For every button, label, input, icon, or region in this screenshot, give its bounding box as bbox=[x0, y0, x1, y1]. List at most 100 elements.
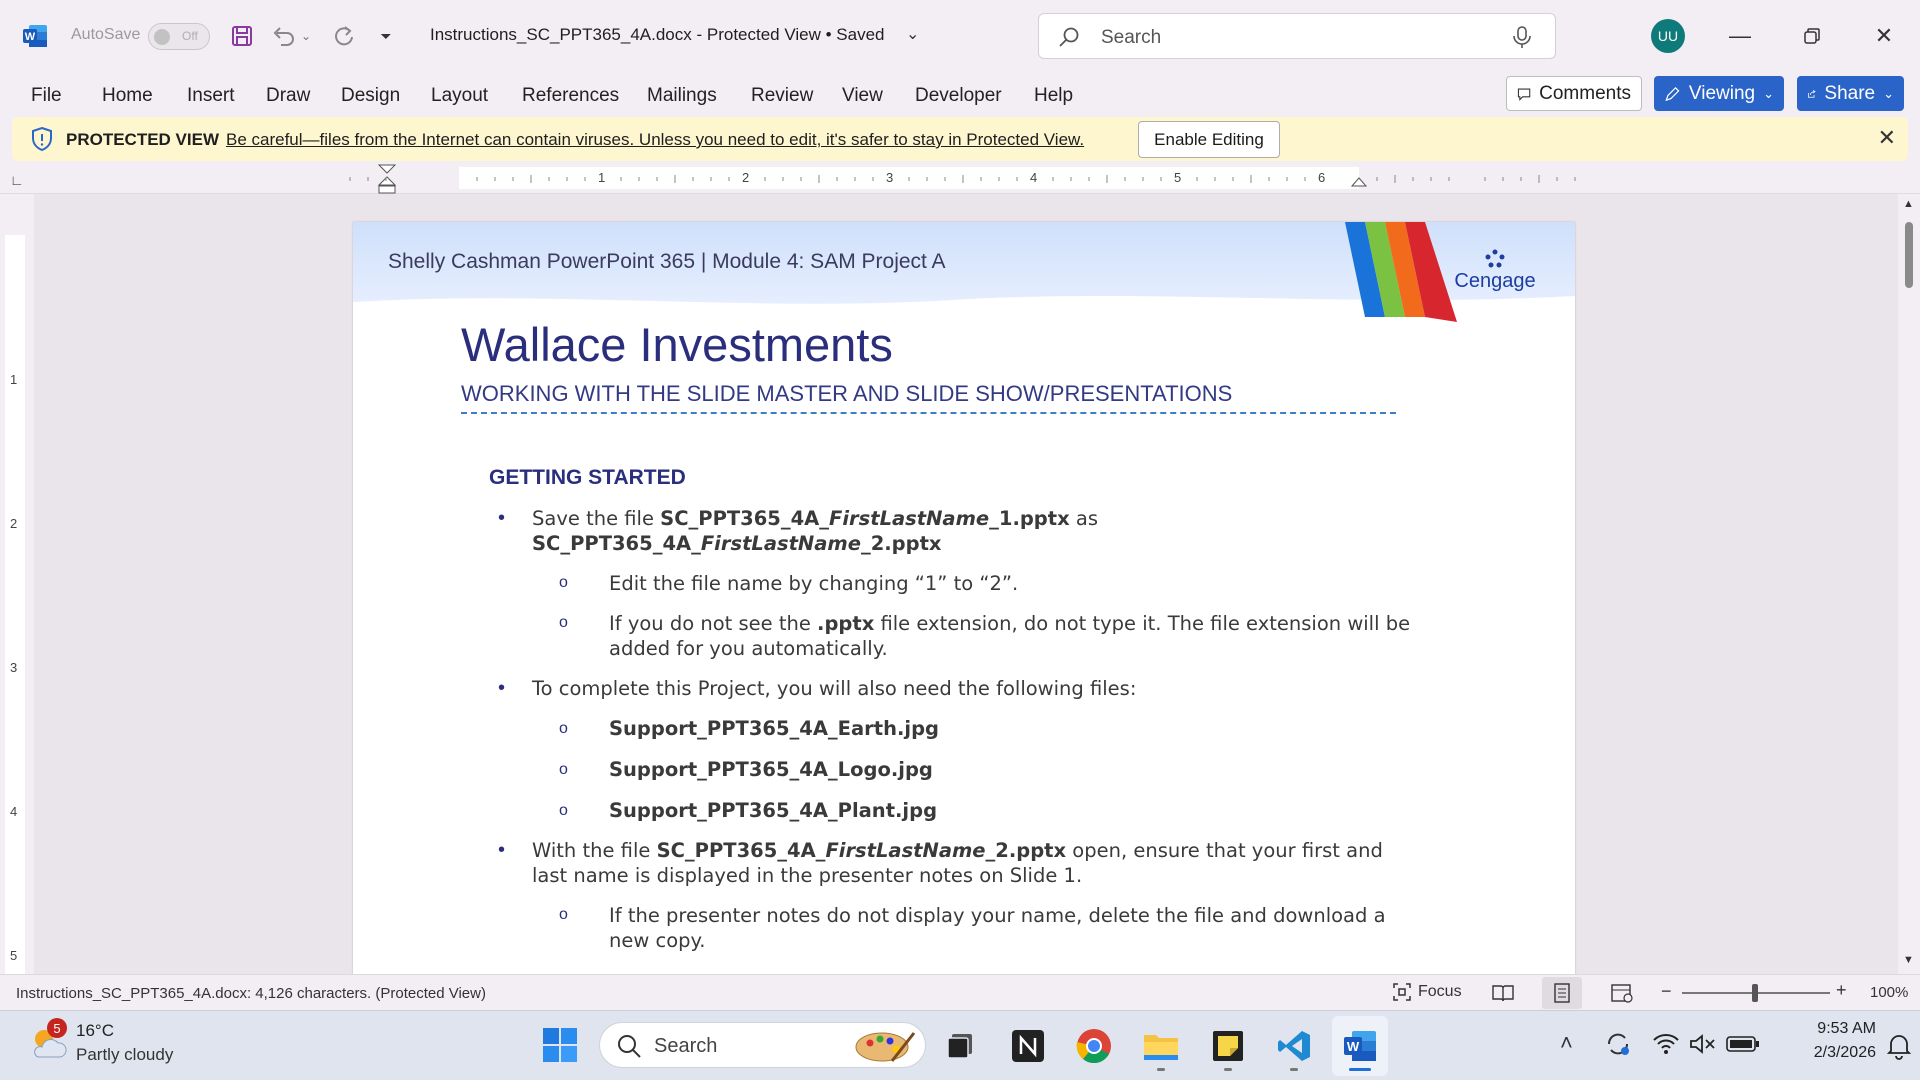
close-window-icon[interactable]: ✕ bbox=[1864, 18, 1904, 54]
tab-references[interactable]: References bbox=[522, 85, 619, 107]
tab-draw[interactable]: Draw bbox=[266, 85, 310, 107]
save-icon[interactable] bbox=[226, 20, 258, 52]
print-layout-icon[interactable] bbox=[1549, 982, 1575, 1004]
scroll-up-icon[interactable]: ▲ bbox=[1903, 198, 1914, 210]
ruler-number: 3 bbox=[10, 660, 18, 675]
bullet-1-line-2: SC_PPT365_4A_FirstLastName_2.pptx bbox=[532, 531, 942, 556]
protected-view-label: PROTECTED VIEW bbox=[66, 130, 220, 149]
running-indicator bbox=[1290, 1068, 1298, 1071]
clock-date[interactable]: 2/3/2026 bbox=[1786, 1044, 1876, 1062]
show-hidden-icons-chevron-icon[interactable]: ˄ bbox=[1560, 1030, 1573, 1056]
status-document-info: Instructions_SC_PPT365_4A.docx: 4,126 ch… bbox=[16, 985, 486, 1002]
battery-icon[interactable] bbox=[1726, 1035, 1760, 1053]
sticky-notes-icon[interactable] bbox=[1206, 1024, 1250, 1068]
tab-review[interactable]: Review bbox=[751, 85, 813, 107]
tab-mailings[interactable]: Mailings bbox=[647, 85, 717, 107]
share-label: Share bbox=[1824, 82, 1876, 104]
bullet-marker: • bbox=[498, 677, 506, 699]
tab-file[interactable]: File bbox=[31, 85, 62, 107]
sub-bullet-marker: o bbox=[559, 906, 568, 923]
web-layout-icon[interactable] bbox=[1609, 982, 1635, 1004]
protected-view-message-link[interactable]: Be careful—files from the Internet can c… bbox=[226, 130, 1084, 150]
notification-bell-icon[interactable] bbox=[1886, 1032, 1912, 1060]
tab-design[interactable]: Design bbox=[341, 85, 400, 107]
notion-app-icon[interactable] bbox=[1006, 1024, 1050, 1068]
undo-dropdown-icon[interactable]: ⌄ bbox=[298, 20, 314, 52]
filename-bold: _2.pptx bbox=[860, 532, 942, 555]
vertical-scrollbar[interactable]: ▲ ▼ bbox=[1898, 194, 1920, 974]
zoom-in-icon[interactable]: + bbox=[1836, 980, 1847, 1001]
volume-muted-icon[interactable] bbox=[1688, 1032, 1716, 1056]
tab-home[interactable]: Home bbox=[102, 85, 153, 107]
tab-selector-icon[interactable]: ∟ bbox=[10, 172, 24, 188]
read-mode-icon[interactable] bbox=[1490, 982, 1516, 1004]
word-app-icon[interactable]: W bbox=[22, 24, 48, 48]
chevron-down-icon: ⌄ bbox=[1763, 85, 1774, 101]
sync-icon[interactable] bbox=[1604, 1030, 1632, 1058]
bullet-1-line-1: Save the file SC_PPT365_4A_FirstLastName… bbox=[532, 506, 1098, 531]
autosave-toggle[interactable]: Off bbox=[148, 23, 210, 50]
word-taskbar-icon[interactable]: W bbox=[1338, 1024, 1382, 1068]
wifi-icon[interactable] bbox=[1652, 1032, 1680, 1056]
temperature: 16°C bbox=[76, 1021, 114, 1040]
text-run: With the file bbox=[532, 839, 657, 862]
redo-icon[interactable] bbox=[328, 20, 360, 52]
viewing-label: Viewing bbox=[1688, 82, 1756, 104]
weather-widget[interactable]: 5 16°C Partly cloudy bbox=[28, 1015, 208, 1075]
chrome-app-icon[interactable] bbox=[1072, 1024, 1116, 1068]
restore-icon[interactable] bbox=[1792, 18, 1832, 54]
zoom-slider-thumb[interactable] bbox=[1752, 984, 1758, 1002]
undo-icon[interactable] bbox=[268, 20, 300, 52]
task-view-icon[interactable] bbox=[938, 1024, 982, 1068]
close-bar-icon[interactable]: ✕ bbox=[1878, 125, 1896, 151]
cengage-logo-icon bbox=[1485, 249, 1505, 268]
title-chevron-down-icon[interactable]: ⌄ bbox=[906, 24, 919, 44]
comments-label: Comments bbox=[1539, 82, 1631, 104]
zoom-level[interactable]: 100% bbox=[1870, 984, 1908, 1001]
scroll-down-icon[interactable]: ▼ bbox=[1903, 954, 1914, 966]
share-button[interactable]: Share ⌄ bbox=[1797, 76, 1904, 111]
svg-text:W: W bbox=[25, 31, 36, 43]
weather-condition: Partly cloudy bbox=[76, 1045, 174, 1064]
clock-time[interactable]: 9:53 AM bbox=[1786, 1020, 1876, 1038]
sub-bullet-marker: o bbox=[559, 761, 568, 778]
tab-layout[interactable]: Layout bbox=[431, 85, 488, 107]
microphone-icon[interactable] bbox=[1511, 25, 1533, 49]
status-bar: Instructions_SC_PPT365_4A.docx: 4,126 ch… bbox=[0, 974, 1920, 1010]
document-title[interactable]: Instructions_SC_PPT365_4A.docx - Protect… bbox=[430, 25, 885, 45]
bullet-marker: • bbox=[498, 839, 506, 861]
weather-badge: 5 bbox=[47, 1018, 67, 1038]
filename-bold: _2.pptx bbox=[985, 839, 1067, 862]
user-avatar[interactable]: UU bbox=[1651, 19, 1685, 53]
tab-developer[interactable]: Developer bbox=[915, 85, 1002, 107]
subtitle-divider bbox=[461, 412, 1396, 414]
search-input[interactable]: Search bbox=[1038, 13, 1556, 59]
cengage-logo-text: Cengage bbox=[1454, 270, 1536, 292]
focus-button[interactable]: Focus bbox=[1392, 982, 1462, 1002]
title-bar: W AutoSave Off ⌄ ⏷ Instructions_SC_PPT36… bbox=[0, 0, 1920, 72]
sub-bullet-2-line-1: If you do not see the .pptx file extensi… bbox=[609, 611, 1410, 636]
enable-editing-button[interactable]: Enable Editing bbox=[1138, 121, 1280, 158]
text-run: If you do not see the bbox=[609, 612, 818, 635]
tab-insert[interactable]: Insert bbox=[187, 85, 235, 107]
minimize-icon[interactable]: — bbox=[1720, 18, 1760, 54]
document-page[interactable]: Shelly Cashman PowerPoint 365 | Module 4… bbox=[353, 222, 1575, 974]
comments-button[interactable]: Comments bbox=[1506, 76, 1642, 111]
tab-view[interactable]: View bbox=[842, 85, 883, 107]
taskbar-search[interactable]: Search bbox=[599, 1022, 926, 1068]
zoom-out-icon[interactable]: − bbox=[1661, 981, 1672, 1002]
windows-start-icon[interactable] bbox=[541, 1026, 579, 1064]
viewing-mode-button[interactable]: Viewing ⌄ bbox=[1654, 76, 1784, 111]
filename-italic: FirstLastName bbox=[825, 839, 986, 862]
tab-help[interactable]: Help bbox=[1034, 85, 1073, 107]
file-item-2: Support_PPT365_4A_Logo.jpg bbox=[609, 758, 933, 781]
scrollbar-thumb[interactable] bbox=[1905, 222, 1913, 288]
file-explorer-icon[interactable] bbox=[1139, 1024, 1183, 1068]
vscode-app-icon[interactable] bbox=[1272, 1024, 1316, 1068]
protected-view-bar: PROTECTED VIEW Be careful—files from the… bbox=[12, 117, 1908, 161]
filename-bold: _1.pptx bbox=[989, 507, 1070, 530]
pen-icon bbox=[1665, 86, 1680, 101]
document-canvas[interactable]: Shelly Cashman PowerPoint 365 | Module 4… bbox=[34, 194, 1898, 974]
customize-toolbar-icon[interactable]: ⏷ bbox=[370, 20, 402, 52]
filename-bold: SC_PPT365_4A_ bbox=[532, 532, 701, 555]
